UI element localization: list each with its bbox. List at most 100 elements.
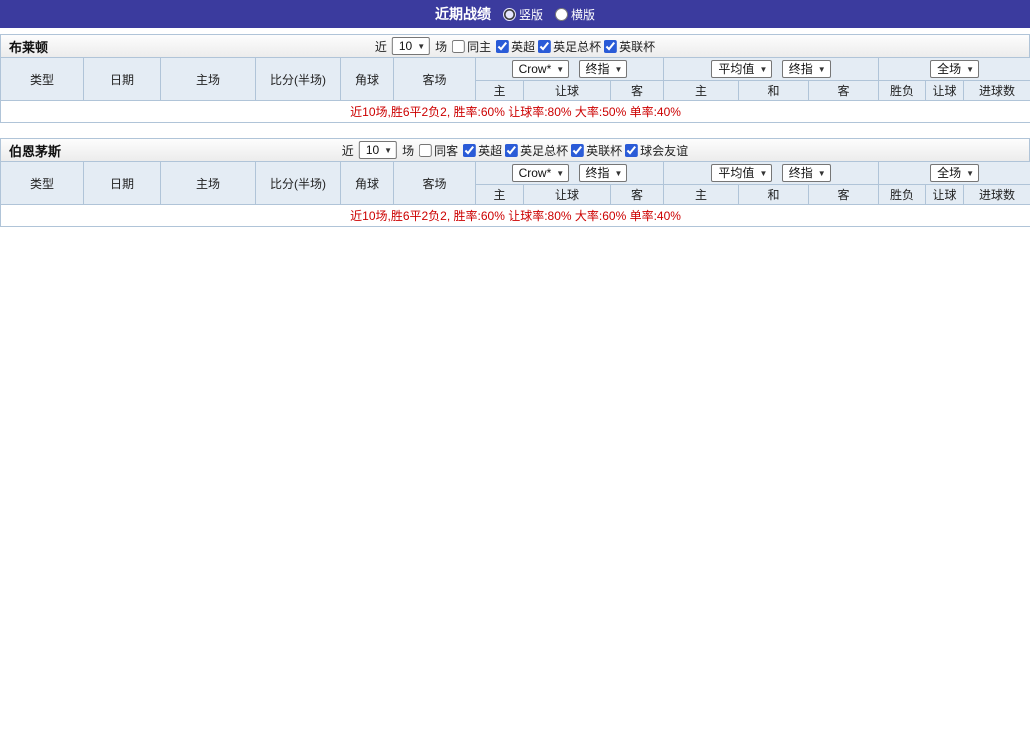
league-checkbox[interactable] — [505, 143, 519, 157]
same-venue-checkbox[interactable] — [419, 143, 433, 157]
col-handicap-line: 让球 — [523, 184, 611, 205]
chevron-down-icon: ▼ — [817, 168, 826, 178]
summary-text: 近10场,胜6平2负2, 胜率:60% 让球率:80% 大率:50% 单率:40… — [0, 100, 1030, 123]
handicap-odds-group: Crow* ▼ 终指 ▼ — [474, 57, 665, 81]
chevron-down-icon: ▼ — [417, 41, 426, 51]
same-venue-filter[interactable]: 同客 — [419, 142, 458, 159]
recent-matches-table: 类型 日期 主场 比分(半场) 角球 客场 Crow* ▼ 终指 ▼ 平均值 ▼ 终指… — [0, 161, 1030, 227]
col-result-wdl: 胜负 — [878, 80, 927, 101]
header-dropdown-row: 类型 日期 主场 比分(半场) 角球 客场 Crow* ▼ 终指 ▼ 平均值 ▼ 终指… — [0, 57, 1030, 101]
league-label: 英联杯 — [586, 143, 623, 158]
fulltime-group: 全场 ▼ — [878, 161, 1030, 185]
same-venue-filter[interactable]: 同主 — [452, 38, 491, 55]
league-checkbox[interactable] — [604, 39, 618, 53]
col-avg-home: 主 — [663, 80, 740, 101]
header-dropdown-row: 类型 日期 主场 比分(半场) 角球 客场 Crow* ▼ 终指 ▼ 平均值 ▼ 终指… — [0, 161, 1030, 205]
league-filter[interactable]: 英联杯 — [604, 38, 655, 55]
same-venue-label: 同主 — [467, 39, 492, 54]
handicap-odds-group: Crow* ▼ 终指 ▼ — [474, 161, 665, 185]
col-avg-away: 客 — [808, 184, 880, 205]
summary-row: 近10场,胜6平2负2, 胜率:60% 让球率:80% 大率:50% 单率:40… — [0, 100, 1030, 123]
league-filter[interactable]: 球会友谊 — [625, 142, 688, 159]
col-away: 客场 — [393, 161, 476, 205]
horizontal-view-label: 横版 — [571, 7, 596, 22]
chevron-down-icon: ▼ — [556, 64, 565, 74]
col-corner: 角球 — [340, 57, 394, 101]
team-filter-bar: 布莱顿 近 10 ▼ 场 同主 英超 英足总杯 英联杯 — [0, 34, 1030, 57]
average-odds-group: 平均值 ▼ 终指 ▼ — [663, 57, 880, 81]
average-stage-select[interactable]: 终指 ▼ — [781, 60, 831, 78]
vertical-view-label: 竖版 — [518, 7, 543, 22]
league-checkbox[interactable] — [571, 143, 585, 157]
average-select[interactable]: 平均值 ▼ — [711, 164, 773, 182]
fulltime-group: 全场 ▼ — [878, 57, 1030, 81]
league-filters: 英超 英足总杯 英联杯 球会友谊 — [463, 142, 688, 159]
col-score: 比分(半场) — [255, 57, 341, 101]
same-venue-label: 同客 — [434, 143, 459, 158]
col-result-goals: 进球数 — [963, 184, 1030, 205]
league-checkbox[interactable] — [538, 39, 552, 53]
league-filter[interactable]: 英足总杯 — [505, 142, 568, 159]
col-date: 日期 — [83, 161, 161, 205]
chevron-down-icon: ▼ — [966, 64, 975, 74]
chevron-down-icon: ▼ — [759, 64, 768, 74]
summary-row: 近10场,胜6平2负2, 胜率:60% 让球率:80% 大率:60% 单率:40… — [0, 204, 1030, 227]
games-label: 场 — [435, 39, 448, 54]
league-filter[interactable]: 英超 — [496, 38, 535, 55]
col-result-goals: 进球数 — [963, 80, 1030, 101]
same-venue-checkbox[interactable] — [452, 39, 466, 53]
summary-text: 近10场,胜6平2负2, 胜率:60% 让球率:80% 大率:60% 单率:40… — [0, 204, 1030, 227]
chevron-down-icon: ▼ — [966, 168, 975, 178]
league-filter[interactable]: 英联杯 — [571, 142, 622, 159]
odds-company-select[interactable]: Crow* ▼ — [511, 164, 570, 182]
col-handicap-line: 让球 — [523, 80, 611, 101]
team-section-bournemouth: 伯恩茅斯 近 10 ▼ 场 同客 英超 英足总杯 英联杯 球会友谊 类型 日期 主场 比… — [0, 138, 1030, 227]
team-section-brighton: 布莱顿 近 10 ▼ 场 同主 英超 英足总杯 英联杯 类型 日期 主场 比分(半场) — [0, 34, 1030, 123]
col-corner: 角球 — [340, 161, 394, 205]
games-label: 场 — [402, 143, 415, 158]
team-name: 布莱顿 — [9, 39, 49, 55]
recent-label: 近 — [374, 39, 387, 54]
chevron-down-icon: ▼ — [556, 168, 565, 178]
fulltime-select[interactable]: 全场 ▼ — [930, 164, 980, 182]
col-avg-home: 主 — [663, 184, 740, 205]
average-stage-select[interactable]: 终指 ▼ — [781, 164, 831, 182]
view-option-horizontal[interactable]: 横版 — [555, 6, 595, 23]
chevron-down-icon: ▼ — [759, 168, 768, 178]
col-result-wdl: 胜负 — [878, 184, 927, 205]
league-checkbox[interactable] — [496, 39, 510, 53]
col-handicap-away: 客 — [609, 80, 665, 101]
col-score: 比分(半场) — [255, 161, 341, 205]
col-handicap-home: 主 — [475, 184, 524, 205]
col-avg-draw: 和 — [738, 80, 810, 101]
odds-stage-select[interactable]: 终指 ▼ — [578, 60, 628, 78]
average-select[interactable]: 平均值 ▼ — [711, 60, 773, 78]
chevron-down-icon: ▼ — [384, 145, 393, 155]
league-label: 球会友谊 — [640, 143, 689, 158]
match-count-select[interactable]: 10 ▼ — [391, 37, 431, 55]
view-option-vertical[interactable]: 竖版 — [502, 6, 543, 23]
vertical-view-radio[interactable] — [502, 7, 516, 21]
league-label: 英超 — [511, 39, 536, 54]
chevron-down-icon: ▼ — [614, 64, 623, 74]
page-title: 近期战绩 — [434, 6, 491, 22]
league-checkbox[interactable] — [625, 143, 639, 157]
league-filter[interactable]: 英超 — [463, 142, 502, 159]
team-name: 伯恩茅斯 — [9, 143, 62, 159]
league-filter[interactable]: 英足总杯 — [538, 38, 601, 55]
col-date: 日期 — [83, 57, 161, 101]
odds-stage-select[interactable]: 终指 ▼ — [578, 164, 628, 182]
league-label: 英联杯 — [619, 39, 656, 54]
horizontal-view-radio[interactable] — [555, 7, 568, 21]
odds-company-select[interactable]: Crow* ▼ — [511, 60, 570, 78]
chevron-down-icon: ▼ — [817, 64, 826, 74]
league-label: 英足总杯 — [520, 143, 569, 158]
league-label: 英足总杯 — [553, 39, 602, 54]
fulltime-select[interactable]: 全场 ▼ — [930, 60, 980, 78]
filters: 近 10 ▼ 场 同主 英超 英足总杯 英联杯 — [375, 37, 655, 55]
col-avg-draw: 和 — [738, 184, 810, 205]
league-checkbox[interactable] — [463, 143, 477, 157]
col-result-handicap: 让球 — [925, 80, 965, 101]
col-result-handicap: 让球 — [925, 184, 965, 205]
match-count-select[interactable]: 10 ▼ — [358, 141, 398, 159]
